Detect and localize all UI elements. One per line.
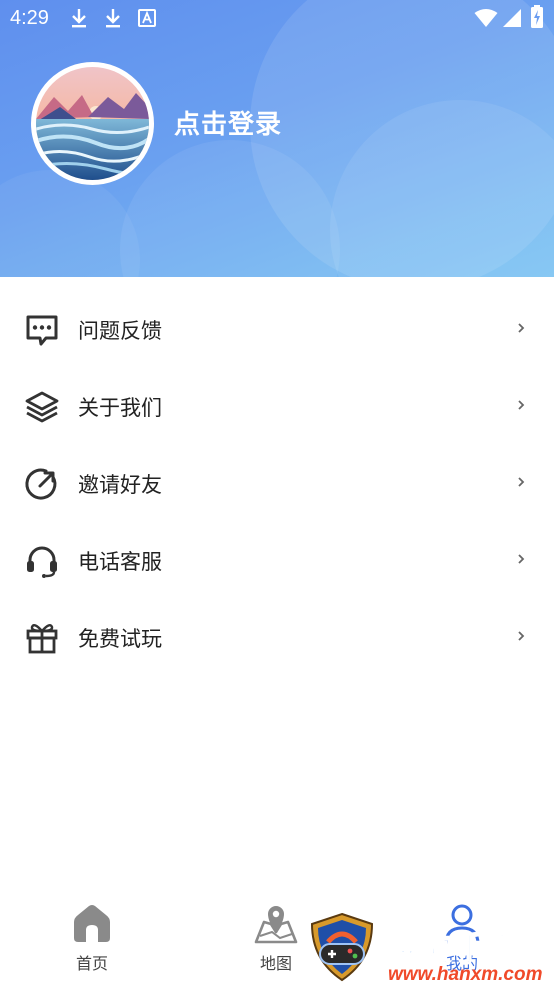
tab-map[interactable]: 地图 — [236, 902, 316, 976]
battery-charging-icon — [531, 5, 543, 28]
avatar[interactable] — [31, 62, 154, 185]
chevron-right-icon — [518, 631, 525, 641]
landscape-avatar-image — [36, 67, 149, 180]
gamepad-shield-logo — [310, 912, 374, 982]
tab-label: 首页 — [75, 954, 108, 973]
download-icon — [72, 9, 86, 28]
status-time: 4:29 — [10, 7, 49, 29]
chevron-right-icon — [518, 323, 525, 333]
menu-item-label: 免费试玩 — [78, 627, 162, 651]
download-icon — [106, 9, 120, 28]
chevron-right-icon — [518, 400, 525, 410]
tab-home[interactable]: 首页 — [52, 902, 132, 976]
map-pin-icon — [254, 906, 298, 944]
decorative-bubble — [0, 170, 140, 277]
layers-icon — [25, 391, 59, 423]
home-icon — [74, 905, 110, 942]
menu-item-free-trial[interactable]: 免费试玩 — [0, 600, 554, 677]
menu-item-label: 电话客服 — [78, 550, 162, 574]
menu-item-invite[interactable]: 邀请好友 — [0, 446, 554, 523]
menu-item-feedback[interactable]: 问题反馈 — [0, 292, 554, 369]
wifi-icon — [474, 9, 498, 27]
menu-item-label: 邀请好友 — [78, 473, 162, 497]
message-dots-icon — [26, 315, 58, 346]
login-link[interactable]: 点击登录 — [174, 104, 282, 141]
menu-item-label: 问题反馈 — [78, 319, 162, 343]
menu-item-customer-service[interactable]: 电话客服 — [0, 523, 554, 600]
headset-icon — [27, 546, 57, 578]
menu-item-label: 关于我们 — [78, 396, 162, 420]
tab-label: 地图 — [259, 954, 292, 973]
share-arrow-icon — [25, 468, 57, 500]
gift-icon — [26, 624, 58, 654]
menu-list: 问题反馈 关于我们 邀请好友 电话客服 免费试玩 — [0, 292, 554, 677]
cellular-signal-icon — [503, 9, 521, 27]
menu-item-about[interactable]: 关于我们 — [0, 369, 554, 446]
watermark: 西美手游网 www.hanxm.com — [308, 912, 554, 984]
font-icon — [138, 9, 156, 27]
chevron-right-icon — [518, 554, 525, 564]
watermark-url: www.hanxm.com — [388, 964, 543, 984]
status-bar: 4:29 — [0, 0, 554, 38]
chevron-right-icon — [518, 477, 525, 487]
profile-header: 4:29 点击登录 — [0, 0, 554, 277]
